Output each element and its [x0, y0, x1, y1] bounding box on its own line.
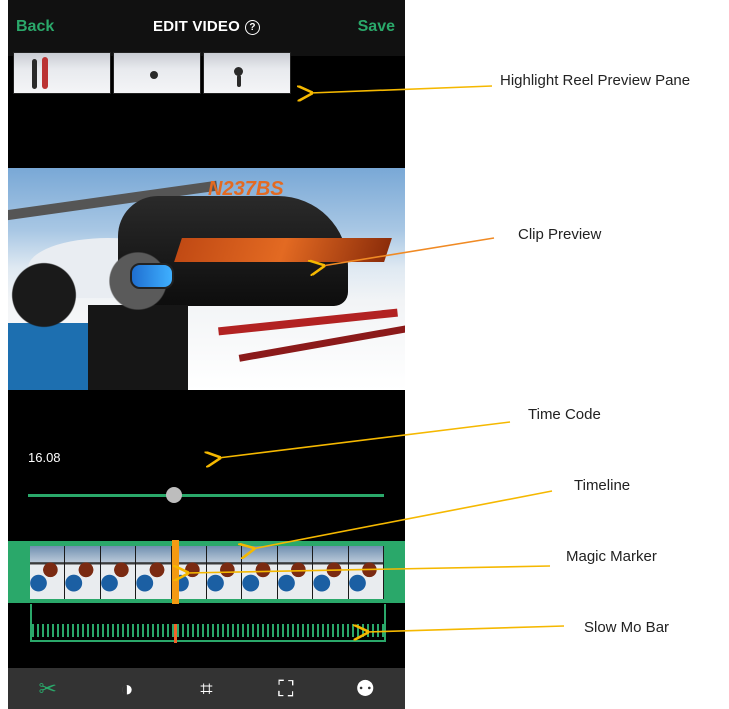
- timeline[interactable]: [30, 544, 384, 601]
- annotation-clip-preview: Clip Preview: [518, 226, 602, 243]
- page-title-text: EDIT VIDEO: [152, 18, 240, 35]
- highlight-reel-preview-pane: [8, 52, 405, 94]
- top-bar: Back EDIT VIDEO? Save: [8, 0, 405, 56]
- reel-thumbnail[interactable]: [203, 52, 291, 94]
- filter-icon[interactable]: ⚉: [345, 671, 385, 707]
- annotation-time-code: Time Code: [528, 406, 601, 423]
- helicopter-registration-graphic: N237BS: [208, 178, 284, 200]
- annotation-magic-marker: Magic Marker: [566, 548, 657, 565]
- reel-thumbnail[interactable]: [113, 52, 201, 94]
- slow-mo-marker[interactable]: [174, 624, 178, 643]
- magic-marker[interactable]: [172, 540, 180, 604]
- time-code: 16.08: [28, 450, 61, 465]
- timeline-frame: [277, 546, 314, 599]
- timeline-frame: [348, 546, 384, 599]
- reel-thumbnail[interactable]: [13, 52, 111, 94]
- timeline-frame: [100, 546, 137, 599]
- timeline-frame: [242, 546, 278, 599]
- contrast-icon[interactable]: ◑: [107, 671, 147, 707]
- annotation-timeline: Timeline: [574, 477, 631, 494]
- scrubber-knob[interactable]: [165, 487, 182, 503]
- annotation-slow-mo-bar: Slow Mo Bar: [584, 619, 670, 636]
- timeline-frame: [313, 546, 349, 599]
- slow-mo-bar[interactable]: [30, 604, 386, 642]
- crop-icon[interactable]: ⌗: [186, 671, 226, 707]
- clip-preview[interactable]: N237BS: [8, 168, 405, 390]
- annotation-highlight-reel: Highlight Reel Preview Pane: [500, 72, 691, 89]
- fullscreen-icon[interactable]: ⛶: [266, 671, 306, 707]
- scrubber-track[interactable]: [28, 487, 384, 503]
- help-icon[interactable]: ?: [245, 20, 260, 35]
- timeline-frame: [136, 546, 172, 599]
- timeline-frame: [65, 546, 101, 599]
- page-title: EDIT VIDEO?: [8, 18, 405, 35]
- timeline-frame: [30, 546, 66, 599]
- timeline-frame: [207, 546, 243, 599]
- phone-screen: Back EDIT VIDEO? Save N237BS 16.08 ✂ ◑ ⌗…: [8, 0, 405, 709]
- save-button[interactable]: Save: [358, 18, 395, 36]
- scissors-icon[interactable]: ✂: [28, 671, 68, 707]
- editing-toolbar: ✂ ◑ ⌗ ⛶ ⚉: [8, 668, 405, 709]
